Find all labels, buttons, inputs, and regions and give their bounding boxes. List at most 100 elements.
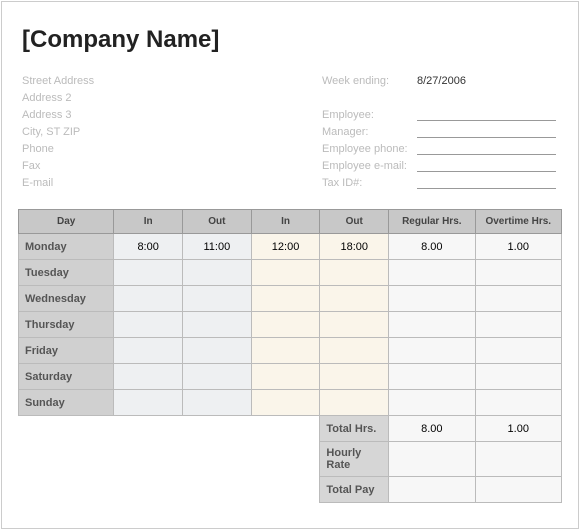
summary-label: Total Hrs. bbox=[320, 416, 389, 442]
hours-cell[interactable] bbox=[475, 338, 561, 364]
time-cell[interactable] bbox=[251, 364, 320, 390]
input-underline[interactable] bbox=[417, 160, 556, 172]
meta-line: Tax ID#: bbox=[322, 174, 562, 191]
timesheet-page: [Company Name] Street AddressAddress 2Ad… bbox=[1, 1, 579, 529]
address-line: E-mail bbox=[22, 174, 322, 191]
time-cell[interactable] bbox=[320, 364, 389, 390]
summary-label: Hourly Rate bbox=[320, 442, 389, 477]
day-cell: Tuesday bbox=[19, 260, 114, 286]
input-underline[interactable] bbox=[417, 143, 556, 155]
hours-cell[interactable]: 8.00 bbox=[389, 234, 475, 260]
spacer-cell bbox=[19, 477, 114, 503]
hours-cell[interactable] bbox=[475, 364, 561, 390]
column-header: In bbox=[251, 210, 320, 234]
time-cell[interactable] bbox=[183, 364, 252, 390]
hours-cell[interactable] bbox=[389, 364, 475, 390]
hours-cell[interactable] bbox=[475, 286, 561, 312]
address-line: Fax bbox=[22, 157, 322, 174]
hours-cell[interactable] bbox=[389, 390, 475, 416]
day-cell: Friday bbox=[19, 338, 114, 364]
spacer-cell bbox=[251, 477, 320, 503]
time-cell[interactable] bbox=[183, 390, 252, 416]
day-cell: Thursday bbox=[19, 312, 114, 338]
time-cell[interactable] bbox=[320, 312, 389, 338]
hours-cell[interactable] bbox=[475, 312, 561, 338]
spacer-cell bbox=[114, 442, 183, 477]
summary-value[interactable]: 8.00 bbox=[389, 416, 475, 442]
input-underline[interactable] bbox=[417, 126, 556, 138]
day-cell: Wednesday bbox=[19, 286, 114, 312]
meta-block: Week ending:8/27/2006 Employee: Manager: Em… bbox=[322, 72, 562, 191]
table-row: Sunday bbox=[19, 390, 562, 416]
time-cell[interactable] bbox=[183, 260, 252, 286]
spacer-cell bbox=[19, 442, 114, 477]
address-line: Address 3 bbox=[22, 106, 322, 123]
spacer-cell bbox=[114, 477, 183, 503]
hours-cell[interactable] bbox=[475, 390, 561, 416]
meta-line bbox=[322, 89, 562, 106]
time-cell[interactable] bbox=[251, 338, 320, 364]
input-underline[interactable] bbox=[417, 109, 556, 121]
table-row: Saturday bbox=[19, 364, 562, 390]
meta-line: Employee e-mail: bbox=[322, 157, 562, 174]
hours-cell[interactable] bbox=[389, 260, 475, 286]
time-cell[interactable] bbox=[320, 338, 389, 364]
meta-label: Manager: bbox=[322, 126, 417, 138]
meta-label: Employee: bbox=[322, 109, 417, 121]
summary-value[interactable] bbox=[389, 442, 475, 477]
meta-line: Week ending:8/27/2006 bbox=[322, 72, 562, 89]
summary-value[interactable] bbox=[475, 477, 561, 503]
table-row: Monday8:0011:0012:0018:008.001.00 bbox=[19, 234, 562, 260]
summary-value[interactable] bbox=[475, 442, 561, 477]
time-cell[interactable] bbox=[251, 260, 320, 286]
summary-label: Total Pay bbox=[320, 477, 389, 503]
hours-cell[interactable] bbox=[389, 312, 475, 338]
time-cell[interactable]: 8:00 bbox=[114, 234, 183, 260]
column-header: Out bbox=[183, 210, 252, 234]
hours-cell[interactable]: 1.00 bbox=[475, 234, 561, 260]
time-cell[interactable] bbox=[114, 260, 183, 286]
time-cell[interactable]: 12:00 bbox=[251, 234, 320, 260]
time-cell[interactable] bbox=[114, 338, 183, 364]
table-row: Wednesday bbox=[19, 286, 562, 312]
hours-cell[interactable] bbox=[389, 338, 475, 364]
time-cell[interactable] bbox=[114, 286, 183, 312]
time-cell[interactable] bbox=[251, 286, 320, 312]
time-cell[interactable] bbox=[251, 312, 320, 338]
time-cell[interactable] bbox=[114, 364, 183, 390]
time-cell[interactable]: 11:00 bbox=[183, 234, 252, 260]
time-cell[interactable] bbox=[114, 312, 183, 338]
address-line: Address 2 bbox=[22, 89, 322, 106]
column-header: Out bbox=[320, 210, 389, 234]
input-underline[interactable] bbox=[417, 177, 556, 189]
table-row: Thursday bbox=[19, 312, 562, 338]
hours-cell[interactable] bbox=[475, 260, 561, 286]
column-header: Regular Hrs. bbox=[389, 210, 475, 234]
spacer-cell bbox=[114, 416, 183, 442]
meta-label: Tax ID#: bbox=[322, 177, 417, 189]
column-header: In bbox=[114, 210, 183, 234]
time-cell[interactable] bbox=[320, 390, 389, 416]
time-cell[interactable] bbox=[320, 286, 389, 312]
summary-value[interactable]: 1.00 bbox=[475, 416, 561, 442]
hours-cell[interactable] bbox=[389, 286, 475, 312]
spacer-cell bbox=[183, 416, 252, 442]
time-cell[interactable] bbox=[183, 338, 252, 364]
time-cell[interactable] bbox=[183, 312, 252, 338]
address-block: Street AddressAddress 2Address 3City, ST… bbox=[22, 72, 322, 191]
meta-line: Manager: bbox=[322, 123, 562, 140]
spacer-cell bbox=[19, 416, 114, 442]
summary-row: Total Pay bbox=[19, 477, 562, 503]
time-cell[interactable] bbox=[251, 390, 320, 416]
meta-value: 8/27/2006 bbox=[417, 75, 562, 87]
time-cell[interactable] bbox=[320, 260, 389, 286]
time-cell[interactable] bbox=[114, 390, 183, 416]
spacer-cell bbox=[183, 477, 252, 503]
time-cell[interactable]: 18:00 bbox=[320, 234, 389, 260]
time-cell[interactable] bbox=[183, 286, 252, 312]
meta-line: Employee phone: bbox=[322, 140, 562, 157]
summary-value[interactable] bbox=[389, 477, 475, 503]
info-section: Street AddressAddress 2Address 3City, ST… bbox=[22, 72, 562, 191]
column-header: Overtime Hrs. bbox=[475, 210, 561, 234]
day-cell: Monday bbox=[19, 234, 114, 260]
